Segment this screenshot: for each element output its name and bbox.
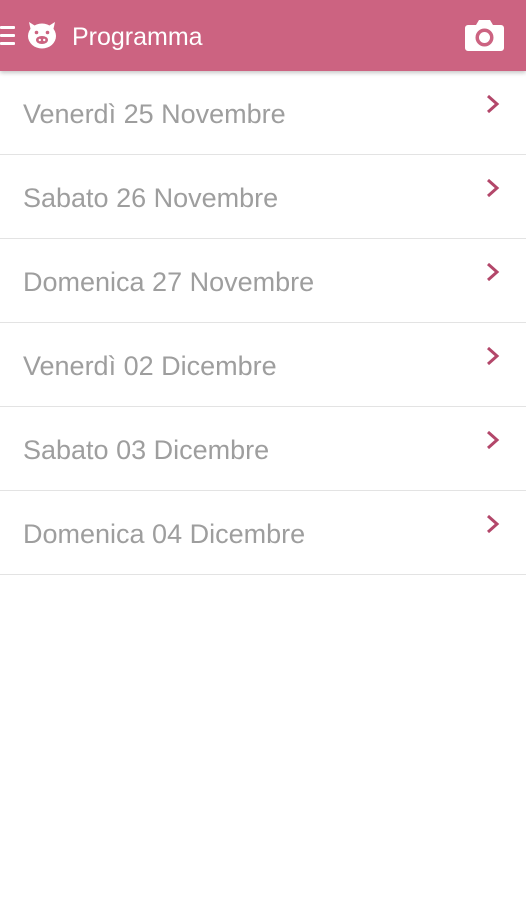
list-item-label: Venerdì 25 Novembre: [23, 99, 286, 129]
list-item-label: Domenica 27 Novembre: [23, 267, 315, 297]
list-item-label: Domenica 04 Dicembre: [23, 519, 306, 549]
list-item[interactable]: Domenica 04 Dicembre: [0, 491, 526, 575]
pig-logo-icon: [28, 22, 56, 49]
list-item[interactable]: Sabato 26 Novembre: [0, 155, 526, 239]
list-item[interactable]: Venerdì 25 Novembre: [0, 71, 526, 155]
chevron-right-icon: [487, 178, 500, 198]
day-list: Venerdì 25 Novembre Sabato 26 Novembre D…: [0, 71, 526, 575]
list-item[interactable]: Sabato 03 Dicembre: [0, 407, 526, 491]
chevron-right-icon: [487, 346, 500, 366]
list-item-label: Sabato 26 Novembre: [23, 183, 279, 213]
chevron-right-icon: [487, 94, 500, 114]
list-item[interactable]: Venerdì 02 Dicembre: [0, 323, 526, 407]
menu-icon[interactable]: [0, 26, 16, 45]
page-title: Programma: [72, 23, 203, 51]
chevron-right-icon: [487, 262, 500, 282]
chevron-right-icon: [487, 514, 500, 534]
list-item-label: Venerdì 02 Dicembre: [23, 351, 277, 381]
app-bar: Programma: [0, 0, 526, 71]
camera-icon[interactable]: [464, 18, 505, 52]
app-screen: Programma Venerdì 25 Novembre Sabato 26 …: [0, 0, 526, 900]
list-item[interactable]: Domenica 27 Novembre: [0, 239, 526, 323]
list-item-label: Sabato 03 Dicembre: [23, 435, 270, 465]
chevron-right-icon: [487, 430, 500, 450]
